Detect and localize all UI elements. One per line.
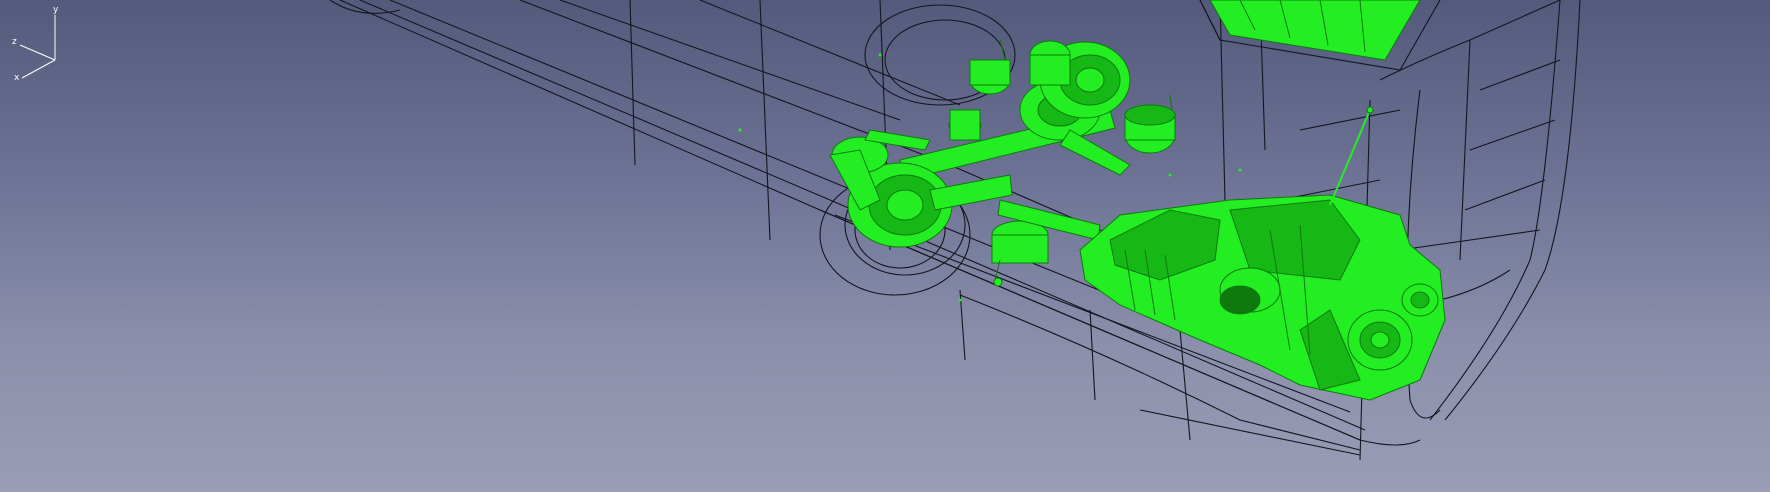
roof-component[interactable] — [1209, 0, 1421, 61]
axis-x-label: x — [14, 73, 20, 80]
rear-axle-assembly[interactable] — [899, 39, 1176, 181]
engine-assembly[interactable] — [1079, 106, 1446, 401]
model-scene[interactable] — [0, 0, 1770, 492]
axis-z-label: z — [12, 37, 17, 47]
axis-triad: y z x — [12, 5, 59, 80]
axis-y-label: y — [53, 5, 59, 15]
3d-viewport[interactable]: y z x — [0, 0, 1770, 492]
